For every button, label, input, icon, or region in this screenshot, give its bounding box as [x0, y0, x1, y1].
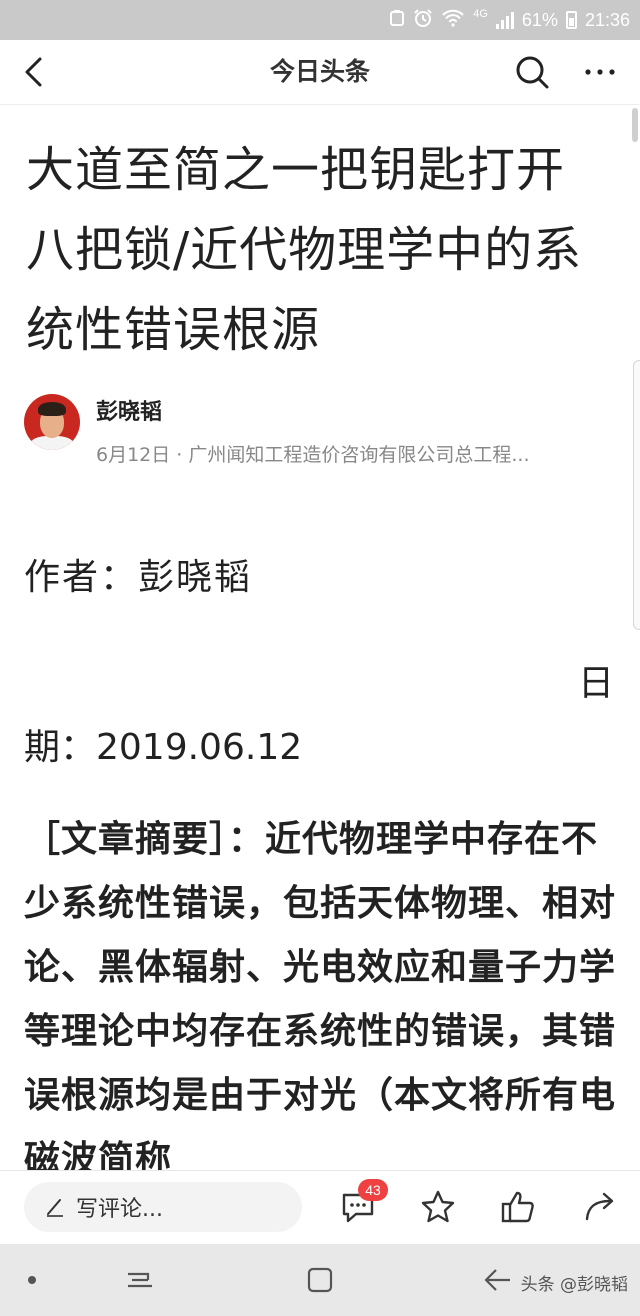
alarm-icon: [413, 8, 433, 33]
home-icon: [307, 1267, 333, 1293]
comment-count-badge: 43: [358, 1179, 388, 1201]
system-nav-bar: 头条 @彭晓韬: [0, 1244, 640, 1316]
scrollbar[interactable]: [632, 108, 638, 142]
favorite-button[interactable]: [418, 1187, 458, 1227]
action-bar: 写评论... 43: [0, 1170, 640, 1245]
article-date-line: 期：2019.06.12: [24, 727, 303, 768]
like-button[interactable]: [498, 1187, 538, 1227]
comment-placeholder: 写评论...: [76, 1197, 163, 1222]
share-button[interactable]: [580, 1187, 620, 1227]
search-icon: [516, 56, 549, 89]
signal-icon: [495, 11, 514, 29]
back-button[interactable]: [14, 50, 58, 94]
article-body: ［文章摘要］：近代物理学中存在不少系统性错误，包括天体物理、相对论、黑体辐射、光…: [24, 808, 624, 1170]
back-icon: [25, 57, 42, 87]
status-icons: 4G 61% 21:36: [389, 0, 630, 40]
article-summary: ［文章摘要］：近代物理学中存在不少系统性错误，包括天体物理、相对论、黑体辐射、光…: [24, 819, 617, 1170]
app-header: 今日头条: [0, 40, 640, 105]
nav-back-icon: [484, 1269, 510, 1291]
home-button[interactable]: [302, 1262, 338, 1298]
dot-icon: [28, 1276, 36, 1284]
thumbs-up-icon: [501, 1191, 534, 1223]
watermark: 头条 @彭晓韬: [520, 1275, 628, 1295]
search-button[interactable]: [510, 50, 554, 94]
star-icon: [421, 1190, 455, 1223]
status-time: 21:36: [584, 9, 630, 30]
nav-dot-button[interactable]: [14, 1262, 50, 1298]
battery-percent: 61%: [521, 9, 558, 30]
share-icon: [585, 1192, 614, 1221]
author-meta: 6月12日 · 广州闻知工程造价咨询有限公司总工程...: [96, 444, 530, 466]
network-type-label: 4G: [473, 8, 488, 20]
nav-back-button[interactable]: [480, 1262, 516, 1298]
author-row[interactable]: 彭晓韬 6月12日 · 广州闻知工程造价咨询有限公司总工程...: [24, 394, 624, 466]
comment-input[interactable]: 写评论...: [24, 1182, 302, 1232]
author-name[interactable]: 彭晓韬: [96, 394, 162, 426]
article-author-line: 作者：彭晓韬: [24, 557, 253, 598]
wifi-icon: [441, 9, 465, 32]
pen-icon: [47, 1199, 63, 1217]
recent-apps-icon: [128, 1272, 152, 1288]
article-date-fragment: 日: [578, 663, 615, 704]
avatar[interactable]: [24, 394, 80, 450]
battery-icon: [565, 11, 577, 29]
notification-icon: [389, 9, 405, 32]
more-icon: [585, 69, 615, 75]
article-title: 大道至简之一把钥匙打开八把锁/近代物理学中的系统性错误根源: [26, 142, 583, 358]
more-button[interactable]: [578, 50, 622, 94]
status-bar: 4G 61% 21:36: [0, 0, 640, 40]
edge-panel-handle[interactable]: [633, 360, 640, 630]
recent-apps-button[interactable]: [122, 1262, 158, 1298]
